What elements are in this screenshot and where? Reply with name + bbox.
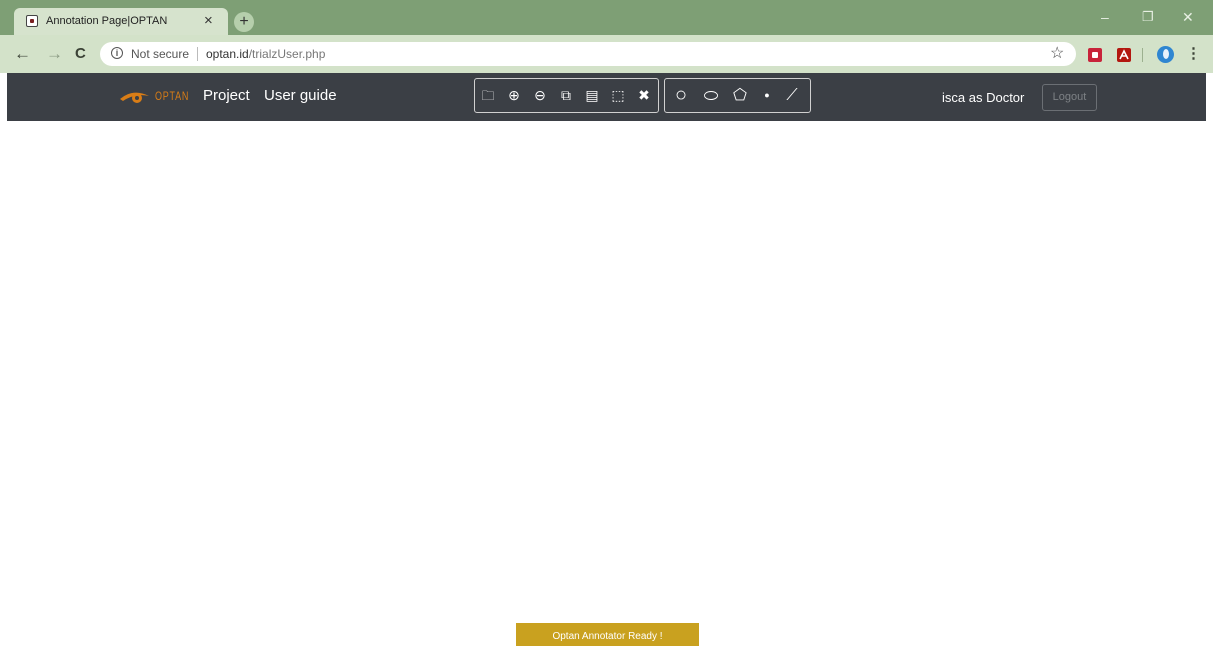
browser-tab[interactable]: Annotation Page|OPTAN × [14, 8, 228, 35]
browser-menu-icon[interactable]: ⋮ [1186, 45, 1201, 63]
app-navbar: OPTAN Project User guide 🗀 ⊕ ⊖ ⧉ ▤ ⬚ ✖ ○… [7, 73, 1206, 121]
select-all-icon[interactable]: ⬚ [607, 79, 629, 112]
url-path: /trialzUser.php [248, 47, 326, 61]
address-bar[interactable]: i Not secure optan.id/trialzUser.php ☆ [100, 42, 1076, 66]
zoom-in-icon[interactable]: ⊕ [503, 79, 525, 112]
window-close-icon[interactable]: ✕ [1182, 8, 1194, 26]
pdf-extension-icon[interactable] [1117, 48, 1131, 62]
tab-close-icon[interactable]: × [204, 12, 213, 30]
brand-name[interactable]: OPTAN [155, 89, 189, 103]
bookmark-star-icon[interactable]: ☆ [1050, 44, 1064, 64]
tab-title: Annotation Page|OPTAN [46, 15, 168, 27]
edit-toolbar: 🗀 ⊕ ⊖ ⧉ ▤ ⬚ ✖ [474, 78, 659, 113]
url-text[interactable]: optan.id/trialzUser.php [206, 47, 325, 61]
extension-divider [1142, 48, 1143, 62]
browser-toolbar: ← → C i Not secure optan.id/trialzUser.p… [0, 35, 1213, 73]
user-role-label: isca as Doctor [942, 90, 1025, 105]
url-domain: optan.id [206, 47, 249, 61]
nav-link-user-guide[interactable]: User guide [264, 87, 337, 104]
circle-tool-icon[interactable]: ○ [670, 79, 692, 112]
optan-logo-icon [120, 92, 149, 103]
reload-icon[interactable]: C [75, 44, 86, 64]
profile-avatar-icon[interactable] [1157, 46, 1174, 63]
point-tool-icon[interactable]: ● [756, 79, 778, 112]
logout-button[interactable]: Logout [1042, 84, 1097, 111]
status-toast: Optan Annotator Ready ! [516, 623, 699, 646]
restore-icon[interactable]: ❐ [1142, 8, 1154, 26]
zoom-out-icon[interactable]: ⊖ [529, 79, 551, 112]
new-tab-button[interactable]: + [234, 12, 254, 32]
page-favicon-icon [26, 15, 38, 27]
ellipse-tool-icon[interactable]: ⬭ [700, 79, 722, 112]
polyline-tool-icon[interactable]: ⟋ [781, 79, 803, 112]
paste-icon[interactable]: ▤ [581, 79, 603, 112]
minimize-icon[interactable]: – [1101, 8, 1109, 26]
open-folder-icon[interactable]: 🗀 [477, 79, 499, 112]
shape-toolbar: ○ ⬭ ⬠ ● ⟋ [664, 78, 811, 113]
pocket-extension-icon[interactable] [1088, 48, 1102, 62]
security-label: Not secure [131, 47, 190, 61]
nav-link-project[interactable]: Project [203, 87, 250, 104]
delete-icon[interactable]: ✖ [633, 79, 655, 112]
omnibox-divider [197, 47, 198, 61]
copy-icon[interactable]: ⧉ [555, 79, 577, 112]
browser-tab-strip: Annotation Page|OPTAN × + – ❐ ✕ [0, 0, 1213, 35]
forward-icon[interactable]: → [46, 44, 63, 64]
back-icon[interactable]: ← [14, 44, 31, 64]
info-icon[interactable]: i [111, 47, 123, 59]
polygon-tool-icon[interactable]: ⬠ [729, 79, 751, 112]
